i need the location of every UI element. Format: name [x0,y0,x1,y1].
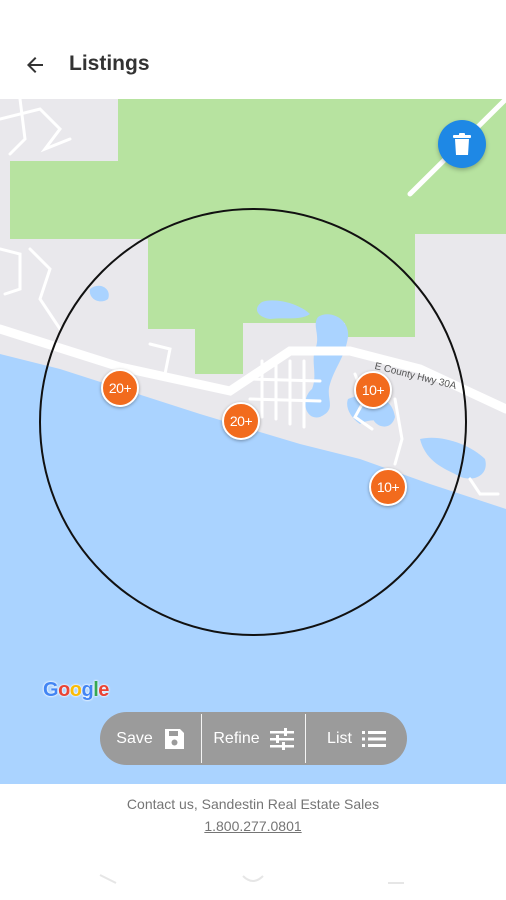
map-view[interactable]: E County Hwy 30A 20+ 20+ 10+ 10+ Google … [0,99,506,784]
list-button[interactable]: List [306,712,407,765]
back-button[interactable] [14,44,56,86]
listing-cluster-marker[interactable]: 10+ [369,468,407,506]
nav-back-icon [99,874,117,884]
save-label: Save [116,729,153,747]
listing-cluster-marker[interactable]: 20+ [101,369,139,407]
google-logo-letter: e [98,679,109,701]
trash-icon [453,133,471,155]
refine-button[interactable]: Refine [202,712,305,765]
refine-label: Refine [213,729,260,747]
contact-text: Contact us, Sandestin Real Estate Sales [126,796,380,812]
google-logo-letter: o [58,679,70,701]
floppy-disk-icon [164,728,184,749]
app-bar: Listings [0,0,506,99]
system-nav-bar [99,874,404,884]
sliders-icon [269,727,294,750]
page-title: Listings [69,52,150,75]
save-button[interactable]: Save [100,712,201,765]
google-logo-letter: G [43,679,59,701]
listing-cluster-marker[interactable]: 10+ [354,371,392,409]
listing-cluster-marker[interactable]: 20+ [222,402,260,440]
google-logo: Google [43,679,109,702]
phone-link[interactable]: 1.800.277.0801 [0,818,506,834]
nav-home-icon [242,875,264,882]
arrow-left-icon [27,57,43,73]
map-toolbar: Save Refine List [100,712,407,765]
google-logo-letter: o [69,679,82,701]
list-icon [361,730,386,747]
delete-shape-button[interactable] [438,120,486,168]
google-logo-letter: g [81,679,94,701]
list-label: List [327,729,352,747]
